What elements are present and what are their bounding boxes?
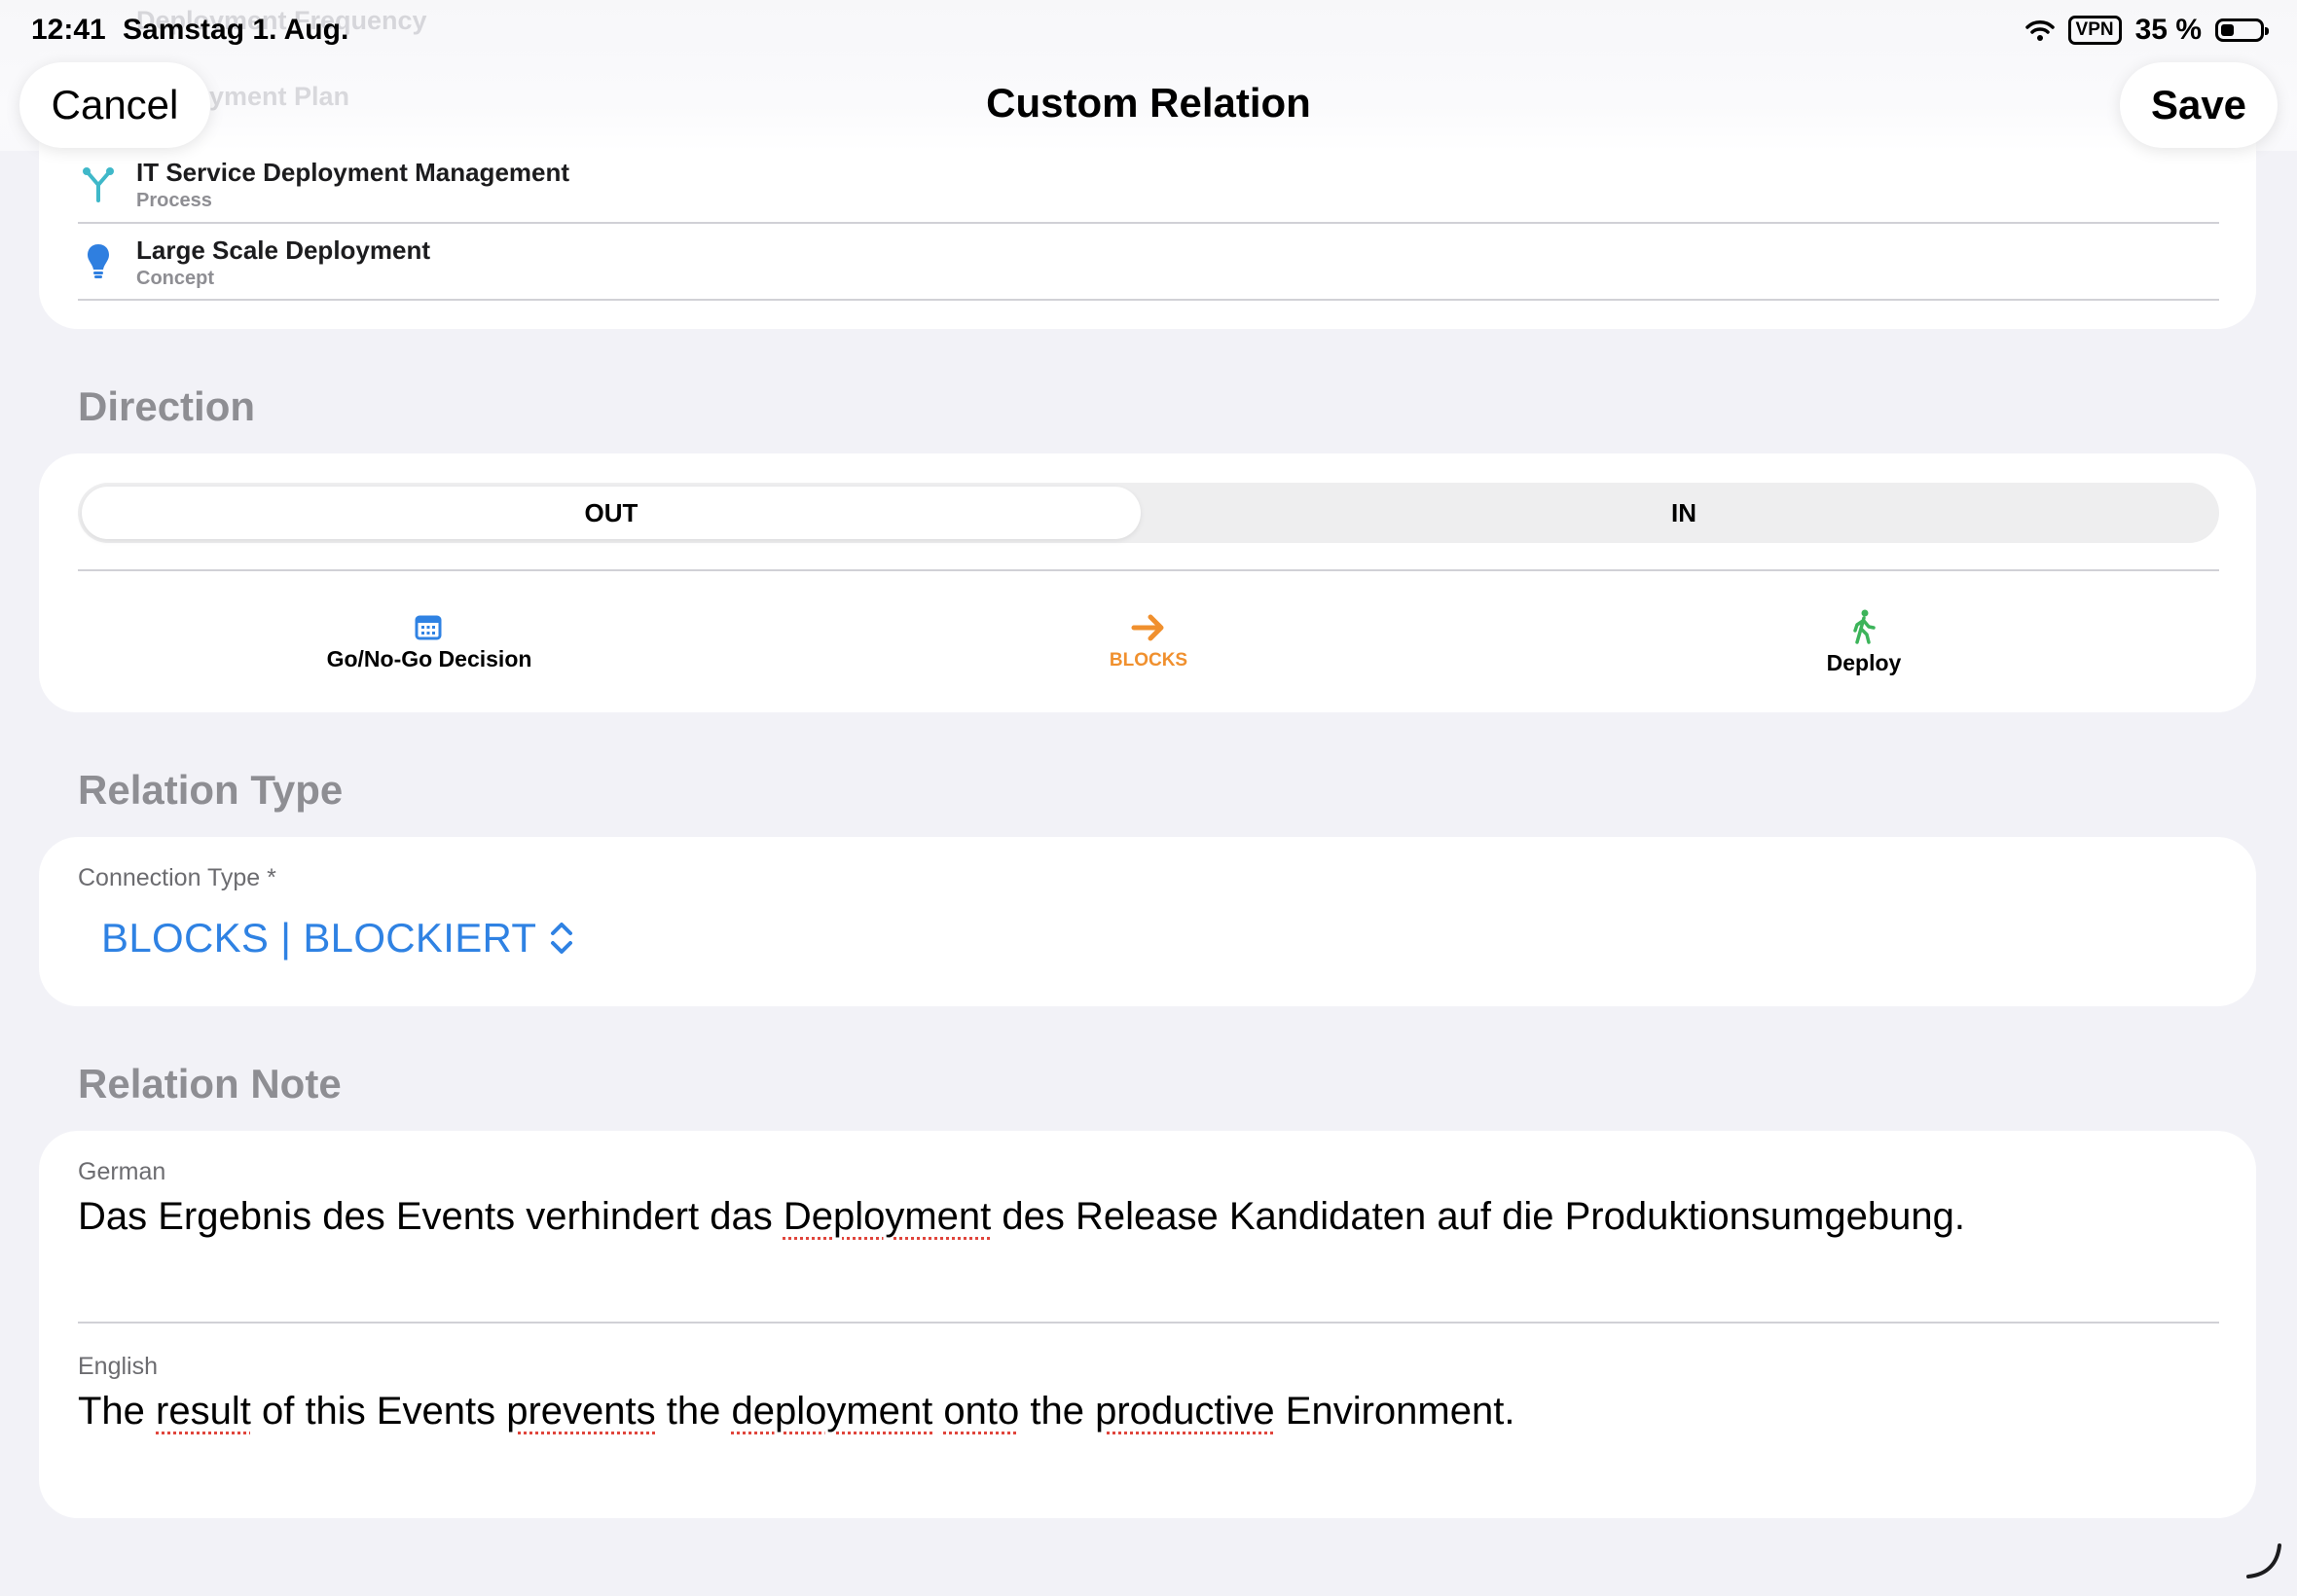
lightbulb-icon xyxy=(88,244,109,278)
english-note-label: English xyxy=(78,1353,158,1380)
calendar-icon xyxy=(415,615,442,640)
walking-person-icon xyxy=(1853,609,1876,644)
arrow-right-icon xyxy=(1131,614,1164,641)
chevron-up-down-icon xyxy=(551,923,573,954)
connection-type-label: Connection Type * xyxy=(78,864,276,891)
page-title: Custom Relation xyxy=(986,80,1311,126)
entity-divider xyxy=(78,222,2219,224)
vpn-badge: VPN xyxy=(2067,16,2122,45)
german-note-label: German xyxy=(78,1158,166,1185)
connection-type-picker[interactable]: BLOCKS | BLOCKIERT xyxy=(101,911,575,965)
relation-source: Go/No-Go Decision xyxy=(311,609,547,677)
entity-type: Process xyxy=(136,190,212,211)
relation-target-label: Deploy xyxy=(1826,650,1902,675)
relation-note-card xyxy=(39,1131,2256,1518)
entity-title: Large Scale Deployment xyxy=(136,236,430,265)
battery-fill xyxy=(2221,24,2235,36)
entity-title: IT Service Deployment Management xyxy=(136,158,570,187)
segment-out[interactable]: OUT xyxy=(82,487,1141,539)
misspelled-word: result xyxy=(156,1390,251,1433)
english-note-field[interactable]: The result of this Events prevents the d… xyxy=(78,1390,2219,1433)
entity-divider xyxy=(78,299,2219,301)
direction-divider xyxy=(78,569,2219,571)
status-time: 12:41 xyxy=(31,14,106,46)
save-button[interactable]: Save xyxy=(2120,62,2278,148)
entity-type: Concept xyxy=(136,268,214,289)
misspelled-word: deployment xyxy=(731,1390,933,1433)
misspelled-word: prevents xyxy=(506,1390,656,1433)
misspelled-word: onto xyxy=(943,1390,1020,1433)
english-note-text: the xyxy=(655,1390,732,1433)
english-note-text: The xyxy=(78,1390,157,1433)
wifi-icon xyxy=(2024,20,2055,41)
direction-section-header: Direction xyxy=(78,383,256,429)
entity-row-it-service-deployment-management[interactable]: IT Service Deployment Management Process xyxy=(78,154,2219,222)
misspelled-word: Deployment xyxy=(783,1195,992,1238)
german-note-text: Das Ergebnis des Events verhindert das xyxy=(78,1195,784,1238)
relation-type-section-header: Relation Type xyxy=(78,767,344,813)
english-note-text: the xyxy=(1019,1390,1096,1433)
english-note-text: Environment. xyxy=(1274,1390,1515,1433)
note-divider xyxy=(78,1322,2219,1324)
segment-in[interactable]: IN xyxy=(1152,487,2215,539)
status-date: Samstag 1. Aug. xyxy=(123,14,349,46)
entity-row-large-scale-deployment[interactable]: Large Scale Deployment Concept xyxy=(78,232,2219,298)
relation-note-section-header: Relation Note xyxy=(78,1061,342,1106)
direction-segmented-control: OUT IN xyxy=(78,483,2219,543)
resize-grip-icon[interactable] xyxy=(2244,1542,2283,1580)
battery-icon xyxy=(2215,18,2269,42)
german-note-field[interactable]: Das Ergebnis des Events verhindert das D… xyxy=(78,1195,2219,1239)
english-note-text: of this Events xyxy=(250,1390,507,1433)
relation-source-label: Go/No-Go Decision xyxy=(326,646,532,671)
relation-type-indicator: BLOCKS xyxy=(1090,609,1207,677)
relation-target: Deploy xyxy=(1810,609,1917,679)
process-branch-icon xyxy=(83,167,114,202)
english-note-text xyxy=(932,1390,943,1433)
misspelled-word: productive xyxy=(1095,1390,1275,1433)
status-indicators: VPN 35 % xyxy=(2024,14,2269,47)
relation-label: BLOCKS xyxy=(1109,650,1188,671)
german-note-text: des Release Kandidaten auf die Produktio… xyxy=(991,1195,1965,1238)
connection-type-value: BLOCKS | BLOCKIERT xyxy=(101,915,537,961)
battery-percentage: 35 % xyxy=(2134,14,2202,46)
